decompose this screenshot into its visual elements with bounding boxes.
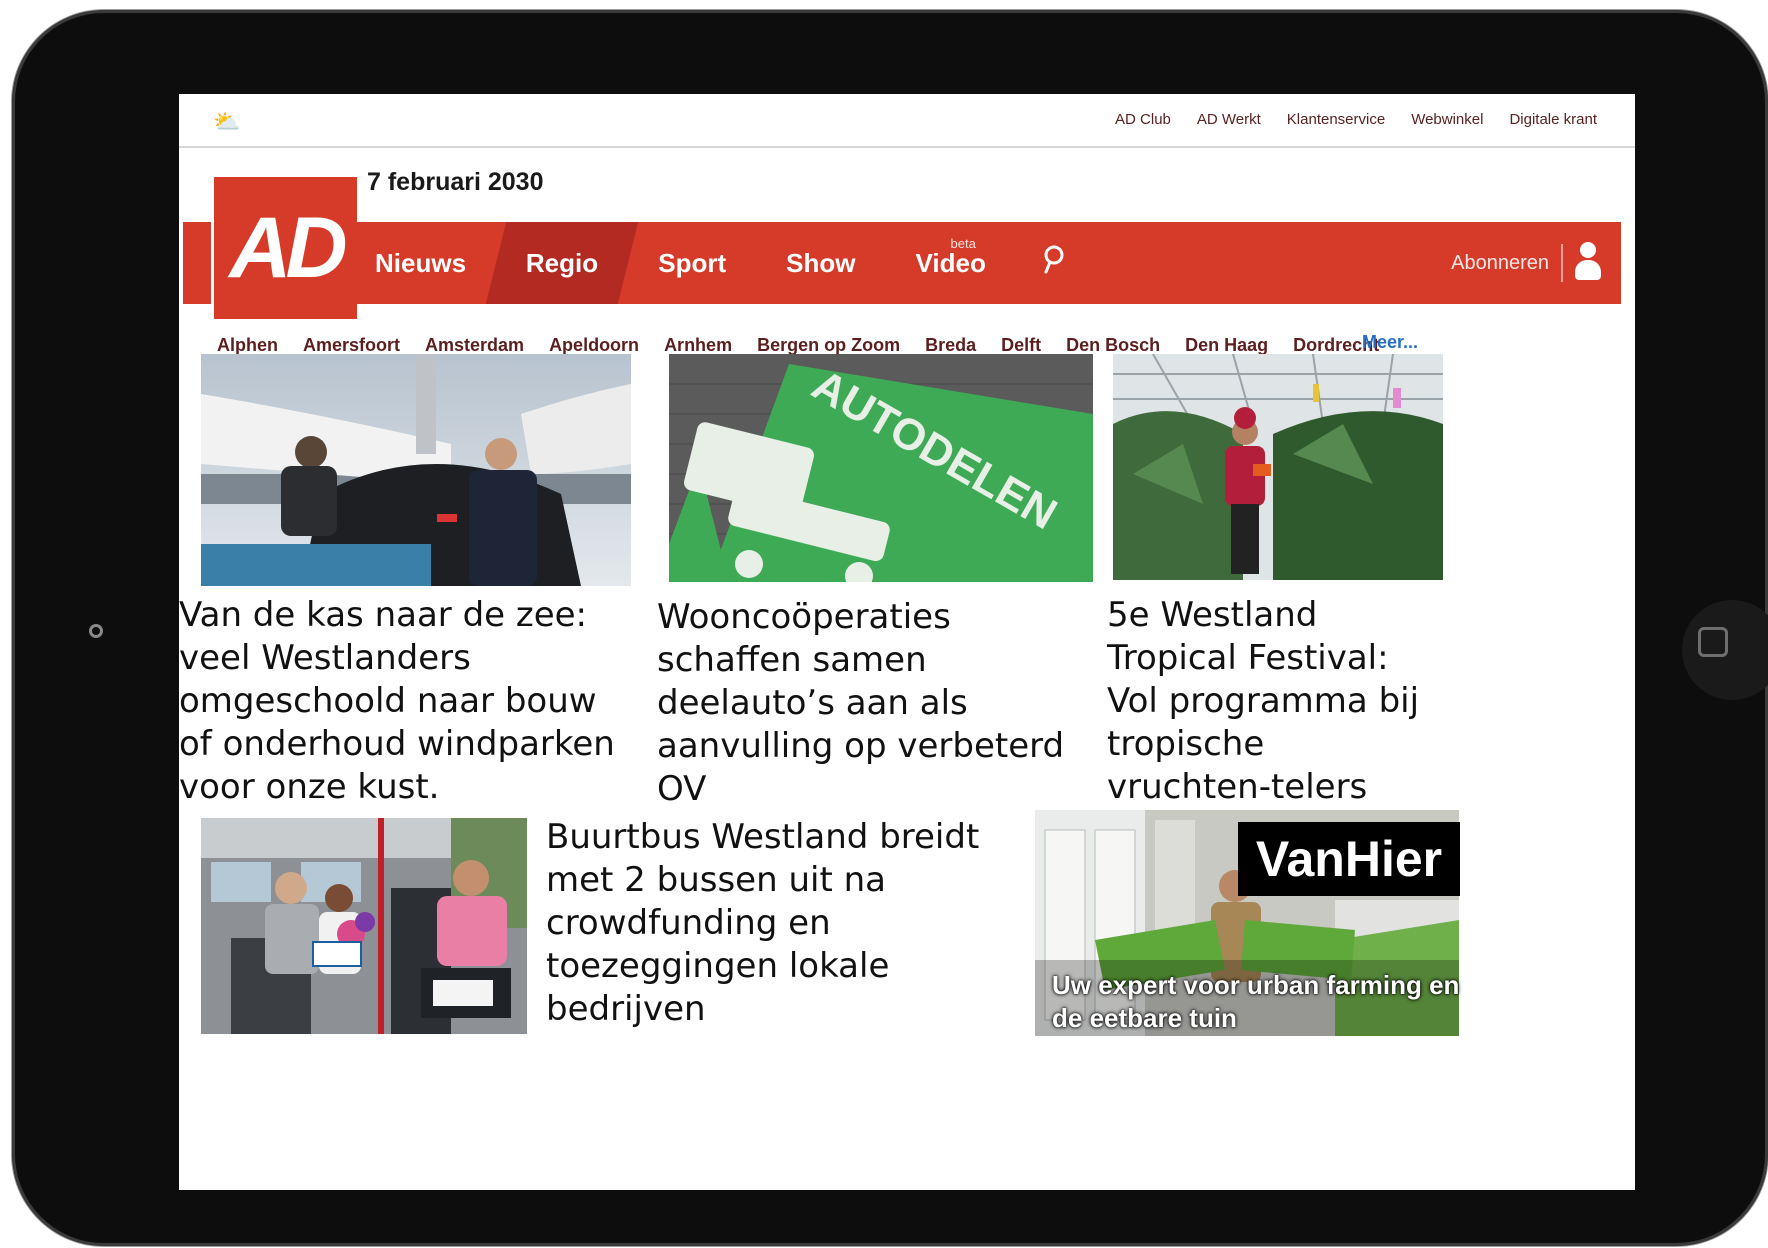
home-button-icon: [1698, 627, 1728, 657]
article-image-windturbine[interactable]: [201, 354, 631, 586]
region-amersfoort[interactable]: Amersfoort: [303, 335, 400, 356]
article-headline-2[interactable]: Wooncoöperaties schaffen samen deelauto’…: [657, 596, 1097, 811]
utility-links: AD Club AD Werkt Klantenservice Webwinke…: [1115, 111, 1597, 128]
page-date: 7 februari 2030: [367, 168, 544, 196]
nav-separator: [1561, 244, 1563, 282]
nav-item-regio[interactable]: Regio: [485, 222, 639, 304]
region-den-haag[interactable]: Den Haag: [1185, 335, 1268, 356]
region-breda[interactable]: Breda: [925, 335, 976, 356]
browser-screen: ⛅ AD Club AD Werkt Klantenservice Webwin…: [179, 94, 1635, 1190]
utility-bar: ⛅ AD Club AD Werkt Klantenservice Webwin…: [179, 94, 1635, 148]
link-ad-club[interactable]: AD Club: [1115, 111, 1171, 128]
ad-brand-label[interactable]: VanHier: [1238, 822, 1460, 896]
ad-logo[interactable]: AD: [214, 177, 357, 319]
regions-more-link[interactable]: Meer...: [1362, 332, 1418, 353]
beta-badge: beta: [950, 236, 976, 251]
user-icon[interactable]: [1573, 242, 1603, 282]
article-headline-4[interactable]: Buurtbus Westland breidt met 2 bussen ui…: [546, 816, 986, 1031]
region-amsterdam[interactable]: Amsterdam: [425, 335, 524, 356]
region-alphen[interactable]: Alphen: [217, 335, 278, 356]
article-image-greenhouse[interactable]: [1113, 354, 1443, 580]
link-klantenservice[interactable]: Klantenservice: [1287, 111, 1385, 128]
link-digitale-krant[interactable]: Digitale krant: [1509, 111, 1597, 128]
link-webwinkel[interactable]: Webwinkel: [1411, 111, 1483, 128]
article-image-buurtbus[interactable]: [201, 818, 527, 1034]
nav-items: Nieuws Regio Sport Show Video beta: [345, 222, 1092, 304]
subscribe-link[interactable]: Abonneren: [1451, 252, 1549, 275]
camera-icon: [89, 624, 103, 638]
ad-tagline: Uw expert voor urban farming en de eetba…: [1052, 970, 1460, 1033]
cloud-sun-icon[interactable]: ⛅: [213, 110, 240, 135]
region-apeldoorn[interactable]: Apeldoorn: [549, 335, 639, 356]
article-headline-1[interactable]: Van de kas naar de zee: veel Westlanders…: [179, 594, 629, 809]
main-nav: Nieuws Regio Sport Show Video beta Abonn…: [183, 222, 1621, 304]
nav-item-nieuws[interactable]: Nieuws: [345, 222, 496, 304]
region-arnhem[interactable]: Arnhem: [664, 335, 732, 356]
nav-item-video[interactable]: Video beta: [886, 222, 1016, 304]
link-ad-werkt[interactable]: AD Werkt: [1197, 111, 1261, 128]
region-delft[interactable]: Delft: [1001, 335, 1041, 356]
nav-item-show[interactable]: Show: [756, 222, 885, 304]
tablet-frame: ⛅ AD Club AD Werkt Klantenservice Webwin…: [12, 10, 1768, 1246]
article-image-autodelen[interactable]: AUTODELEN: [669, 354, 1093, 582]
region-bergen-op-zoom[interactable]: Bergen op Zoom: [757, 335, 900, 356]
nav-item-sport[interactable]: Sport: [628, 222, 756, 304]
region-den-bosch[interactable]: Den Bosch: [1066, 335, 1160, 356]
article-headline-3[interactable]: 5e Westland Tropical Festival: Vol progr…: [1107, 594, 1435, 809]
search-icon[interactable]: [1016, 245, 1092, 282]
